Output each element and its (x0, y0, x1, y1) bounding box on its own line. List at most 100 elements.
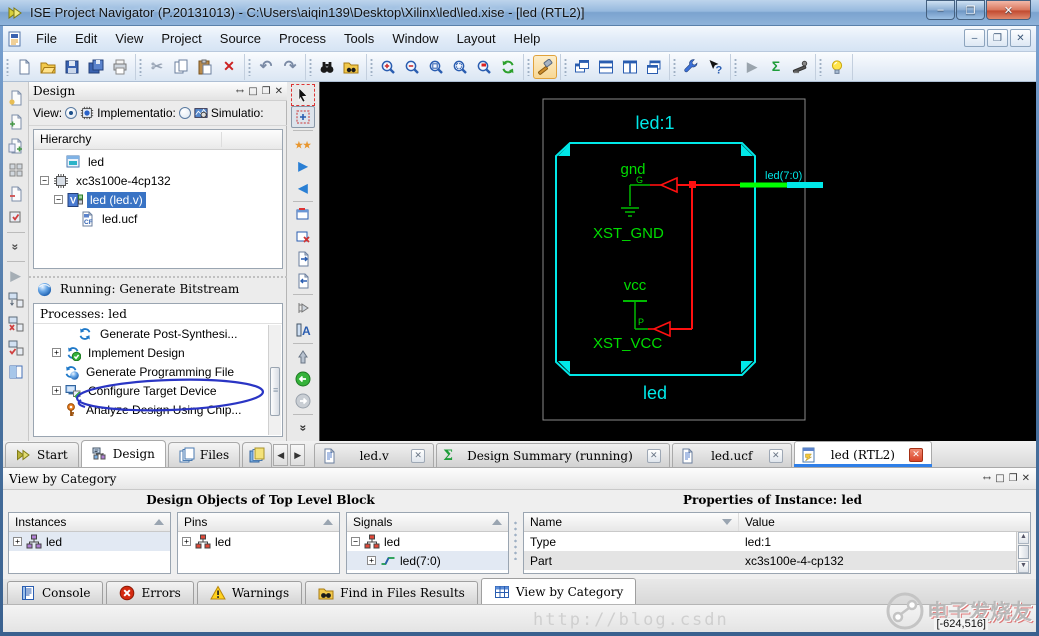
chip-check-button[interactable] (5, 207, 27, 229)
tab-scroll-right-button[interactable]: ▶ (290, 444, 305, 466)
menu-project[interactable]: Project (152, 27, 210, 50)
copy-button[interactable] (169, 55, 193, 79)
expand-toggle[interactable]: − (54, 195, 63, 204)
tab-close-icon[interactable]: ✕ (909, 448, 923, 462)
panel-close-icon[interactable]: ✕ (1022, 473, 1030, 484)
columns-button[interactable] (5, 361, 27, 383)
play-prev-button[interactable]: ◀ (291, 177, 315, 199)
new-doc-button[interactable] (12, 55, 36, 79)
panel-close-icon[interactable]: ✕ (275, 86, 283, 97)
mdi-minimize-button[interactable]: – (964, 29, 985, 47)
win-add-button[interactable] (291, 204, 315, 226)
signals-row-led[interactable]: − led (347, 532, 508, 551)
implementation-radio[interactable] (65, 107, 77, 119)
open-folder-button[interactable] (36, 55, 60, 79)
zoom-out-button[interactable] (400, 55, 424, 79)
menu-file[interactable]: File (27, 27, 66, 50)
hierarchy-item-led[interactable]: led (36, 152, 280, 171)
title-bar[interactable]: ISE Project Navigator (P.20131013) - C:\… (0, 0, 1039, 26)
tab-files[interactable]: Files (168, 442, 240, 467)
expand-toggle[interactable]: − (351, 537, 360, 546)
mdi-close-button[interactable]: ✕ (1010, 29, 1031, 47)
bottom-tab-warnings[interactable]: Warnings (197, 581, 302, 604)
new-source-button[interactable] (5, 87, 27, 109)
pointer-up-button[interactable] (291, 346, 315, 368)
property-row-part[interactable]: Partxc3s100e-4-cp132 (524, 551, 1030, 570)
restore-win-button[interactable] (642, 55, 666, 79)
add-copy-button[interactable] (5, 135, 27, 157)
properties-scrollbar[interactable]: ▲ ▼ (1016, 532, 1030, 573)
process-item-generate-post-synthesi-[interactable]: Generate Post-Synthesi... (34, 324, 282, 343)
expand-toggle[interactable]: + (52, 386, 61, 395)
properties-value-header[interactable]: Value (739, 515, 1030, 529)
implementation-label[interactable]: Implementatio: (97, 106, 176, 120)
tab-scroll-left-button[interactable]: ◀ (273, 444, 288, 466)
nav-back-button[interactable] (291, 368, 315, 390)
bulb-button[interactable] (825, 55, 849, 79)
zoom-sel-button[interactable] (291, 106, 315, 128)
signals-header[interactable]: Signals (347, 513, 508, 532)
instances-header[interactable]: Instances (9, 513, 170, 532)
proc-x-button[interactable] (5, 313, 27, 335)
vcc-buffer-symbol[interactable] (654, 322, 670, 336)
stars-button[interactable]: ★★ (291, 133, 315, 155)
minimize-button[interactable]: – (926, 0, 955, 20)
win-del-button[interactable] (291, 226, 315, 248)
gnd-buffer-symbol[interactable] (661, 178, 677, 192)
panel-float-icon[interactable]: ↔ (983, 473, 991, 484)
mdi-restore-button[interactable]: ❐ (987, 29, 1008, 47)
panel-restore-icon[interactable]: ❐ (262, 86, 271, 97)
expand-toggle[interactable]: + (13, 537, 22, 546)
zoom-fit-button[interactable] (424, 55, 448, 79)
panel-restore-icon[interactable]: ❐ (1009, 473, 1018, 484)
create-core-button[interactable] (5, 159, 27, 181)
menu-layout[interactable]: Layout (448, 27, 505, 50)
chevrons-down-button[interactable]: » (5, 236, 27, 258)
cursor-button[interactable] (291, 84, 315, 106)
tab-design[interactable]: Design (81, 440, 166, 467)
tile-v-button[interactable] (618, 55, 642, 79)
doc-tab-led-rtl2-[interactable]: led (RTL2) ✕ (794, 441, 932, 467)
pins-header[interactable]: Pins (178, 513, 339, 532)
expand-toggle[interactable]: + (182, 537, 191, 546)
properties-name-header[interactable]: Name (524, 513, 739, 531)
menu-source[interactable]: Source (211, 27, 270, 50)
text-a-button[interactable]: A (291, 319, 315, 341)
help-pointer-button[interactable]: ? (703, 55, 727, 79)
bottom-tab-errors[interactable]: Errors (106, 581, 193, 604)
find-binoculars-button[interactable] (315, 55, 339, 79)
push-into-button[interactable] (291, 248, 315, 270)
print-button[interactable] (108, 55, 132, 79)
bottom-tab-find-in-files-results[interactable]: Find in Files Results (305, 581, 478, 604)
cascade-button[interactable] (570, 55, 594, 79)
menu-view[interactable]: View (106, 27, 152, 50)
simulation-label[interactable]: Simulatio: (211, 106, 264, 120)
add-source-button[interactable] (5, 111, 27, 133)
redo-button[interactable]: ↷ (278, 55, 302, 79)
process-item-generate-programming-file[interactable]: Generate Programming File (34, 362, 282, 381)
menu-tools[interactable]: Tools (335, 27, 383, 50)
save-all-button[interactable] (84, 55, 108, 79)
expand-toggle[interactable]: − (40, 176, 49, 185)
hierarchy-item-xc3s100e-4cp132[interactable]: −xc3s100e-4cp132 (36, 171, 280, 190)
tab-libraries[interactable] (242, 442, 272, 467)
tab-close-icon[interactable]: ✕ (411, 449, 425, 463)
process-item-configure-target-device[interactable]: +Configure Target Device (34, 381, 282, 400)
close-button[interactable]: ✕ (986, 0, 1031, 20)
process-item-implement-design[interactable]: +Implement Design (34, 343, 282, 362)
expand-toggle[interactable]: + (367, 556, 376, 565)
chevrons-down-button[interactable]: » (291, 417, 315, 439)
design-panel-titlebar[interactable]: Design ↔ □ ❐ ✕ (29, 82, 287, 101)
proc-up-button[interactable] (5, 289, 27, 311)
process-item-analyze-design-using-chip-[interactable]: Analyze Design Using Chip... (34, 400, 282, 419)
run-gray-button[interactable]: ▶ (740, 55, 764, 79)
zoom-in-button[interactable] (376, 55, 400, 79)
doc-tab-led-ucf[interactable]: led.ucf ✕ (672, 443, 792, 467)
menu-edit[interactable]: Edit (66, 27, 106, 50)
processes-scrollbar[interactable] (268, 325, 281, 435)
zoom-region-button[interactable] (448, 55, 472, 79)
menu-window[interactable]: Window (383, 27, 447, 50)
proc-check-button[interactable] (5, 337, 27, 359)
paste-button[interactable] (193, 55, 217, 79)
panel-float-icon[interactable]: ↔ (236, 86, 244, 97)
